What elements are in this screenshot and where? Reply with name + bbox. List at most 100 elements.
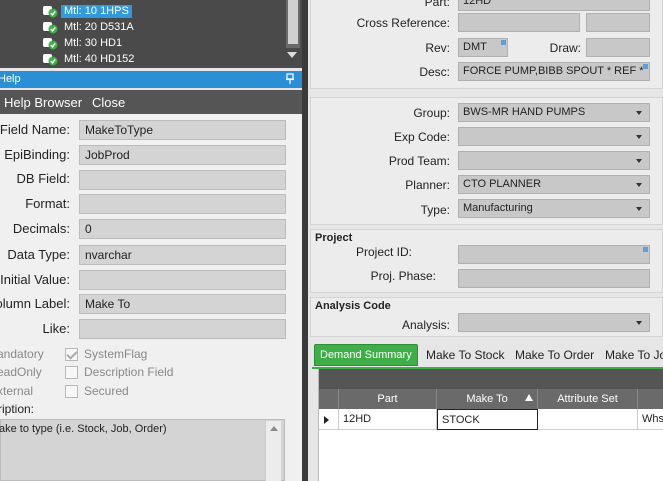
column-header-part[interactable]: Part <box>339 389 437 409</box>
rev-field[interactable]: DMT <box>458 38 508 57</box>
initial-value-label: Initial Value: <box>0 272 70 287</box>
sort-ascending-icon[interactable] <box>525 394 533 401</box>
part-detail-pane: Part: 12HD Cross Reference: Rev: DMT Dra… <box>308 0 663 481</box>
tab-demand-summary[interactable]: Demand Summary <box>314 344 418 366</box>
demand-tabs: Demand Summary Make To Stock Make To Ord… <box>312 344 663 368</box>
project-id-field[interactable] <box>458 245 650 264</box>
group-combo[interactable]: BWS-MR HAND PUMPS <box>458 103 650 122</box>
tree-node-label: Mtl: 40 HD152 <box>64 53 135 65</box>
system-flag-row: andatory SystemFlag <box>0 347 300 363</box>
tab-make-to-job[interactable]: Make To Jo <box>605 344 663 366</box>
proj-phase-field[interactable] <box>458 269 650 288</box>
material-check-icon <box>42 5 58 18</box>
epibinding-field[interactable]: JobProd <box>79 145 286 165</box>
chevron-down-icon[interactable] <box>636 183 642 187</box>
type-value: Manufacturing <box>463 202 533 214</box>
row-selector[interactable] <box>319 409 339 430</box>
tree-node-mtl-40[interactable]: Mtl: 40 HD152 <box>42 52 137 67</box>
field-name-field[interactable]: MakeToType <box>79 120 286 140</box>
decimals-label: Decimals: <box>12 221 70 236</box>
chevron-down-icon[interactable] <box>636 321 642 325</box>
tree-node-mtl-10[interactable]: Mtl: 10 1HPS <box>42 4 132 19</box>
demand-grid[interactable]: Part Make To Attribute Set 12HD STOCK Wh… <box>318 369 663 481</box>
chevron-down-icon[interactable] <box>636 111 642 115</box>
pin-icon[interactable] <box>286 73 294 85</box>
planner-combo[interactable]: CTO PLANNER <box>458 175 650 194</box>
column-header-attribute-set[interactable]: Attribute Set <box>538 389 638 409</box>
tree-node-mtl-30[interactable]: Mtl: 30 HD1 <box>42 36 125 51</box>
like-label: Like: <box>42 321 70 336</box>
data-type-field[interactable]: nvarchar <box>79 245 286 265</box>
secured-row: xternal Secured <box>0 384 300 400</box>
analysis-combo[interactable] <box>458 313 650 332</box>
secured-checkbox[interactable] <box>65 385 78 398</box>
chevron-down-icon[interactable] <box>636 135 642 139</box>
tree-scrollbar[interactable] <box>286 0 300 48</box>
close-button[interactable]: Close <box>92 95 125 110</box>
planner-label: Planner: <box>405 178 450 192</box>
scroll-up-icon[interactable] <box>270 426 278 431</box>
exp-code-label: Exp Code: <box>393 130 450 144</box>
planner-value: CTO PLANNER <box>463 178 542 190</box>
cell-make-to[interactable]: STOCK <box>437 409 538 430</box>
field-name-label: Field Name: <box>0 122 70 137</box>
rev-label: Rev: <box>425 41 450 55</box>
mandatory-label: andatory <box>0 347 44 361</box>
exp-code-combo[interactable] <box>458 127 650 146</box>
like-field[interactable] <box>79 319 286 339</box>
format-field[interactable] <box>79 194 286 214</box>
help-toolbar: Help Browser Close <box>0 90 302 114</box>
column-header-extra[interactable] <box>638 389 663 409</box>
current-row-icon <box>324 416 329 424</box>
initial-value-field[interactable] <box>79 270 286 290</box>
desc-field[interactable]: FORCE PUMP,BIBB SPOUT * REF * <box>458 62 650 81</box>
analysis-label: Analysis: <box>401 318 450 332</box>
part-field[interactable]: 12HD <box>458 0 650 11</box>
system-flag-label: SystemFlag <box>84 347 148 361</box>
help-panel-header: Help <box>0 71 302 88</box>
format-label: Format: <box>25 196 70 211</box>
decimals-field[interactable]: 0 <box>79 219 286 239</box>
description-label: ription: <box>0 402 35 416</box>
tab-make-to-order[interactable]: Make To Order <box>515 344 594 366</box>
cell-attribute-set[interactable] <box>538 409 638 430</box>
db-field-label: DB Field: <box>16 171 70 186</box>
project-title: Project <box>315 232 353 244</box>
material-check-icon <box>42 21 58 34</box>
project-id-label: Project ID: <box>355 245 412 259</box>
data-type-label: Data Type: <box>7 247 70 262</box>
tree-scroll-thumb[interactable] <box>288 0 298 44</box>
cell-warehouse[interactable]: Whs <box>638 409 663 430</box>
help-browser-button[interactable]: Help Browser <box>4 95 82 110</box>
material-tree[interactable]: Mtl: 10 1HPS Mtl: 20 D531A Mtl: 30 HD1 M… <box>0 0 302 68</box>
description-field-checkbox[interactable] <box>65 366 78 379</box>
tree-node-label: Mtl: 20 D531A <box>64 21 134 33</box>
description-scrollbar[interactable] <box>265 421 281 481</box>
description-textarea[interactable]: ake to type (i.e. Stock, Job, Order) <box>0 419 285 481</box>
readonly-label: eadOnly <box>0 365 42 379</box>
prod-team-combo[interactable] <box>458 151 650 170</box>
system-flag-checkbox[interactable] <box>65 348 78 361</box>
tab-make-to-stock[interactable]: Make To Stock <box>426 344 504 366</box>
column-label-field[interactable]: Make To <box>79 294 286 314</box>
column-header-make-to[interactable]: Make To <box>437 389 538 409</box>
tree-node-mtl-20[interactable]: Mtl: 20 D531A <box>42 20 137 35</box>
help-body: Field Name: MakeToType EpiBinding: JobPr… <box>0 114 302 481</box>
cross-reference-extra-field[interactable] <box>586 13 650 32</box>
prod-team-label: Prod Team: <box>388 154 450 168</box>
grid-group-band <box>319 369 663 389</box>
db-field-field[interactable] <box>79 170 286 190</box>
cross-reference-field[interactable] <box>458 13 580 32</box>
chevron-down-icon[interactable] <box>636 207 642 211</box>
external-label: xternal <box>0 384 34 398</box>
proj-phase-label: Proj. Phase: <box>370 269 436 283</box>
draw-field[interactable] <box>586 38 650 57</box>
part-label: Part: <box>424 0 450 9</box>
cell-part[interactable]: 12HD <box>339 409 437 430</box>
scroll-down-icon[interactable] <box>287 52 297 58</box>
cross-reference-label: Cross Reference: <box>356 16 450 30</box>
type-combo[interactable]: Manufacturing <box>458 199 650 218</box>
draw-label: Draw: <box>549 41 581 55</box>
desc-label: Desc: <box>419 65 450 79</box>
chevron-down-icon[interactable] <box>636 159 642 163</box>
